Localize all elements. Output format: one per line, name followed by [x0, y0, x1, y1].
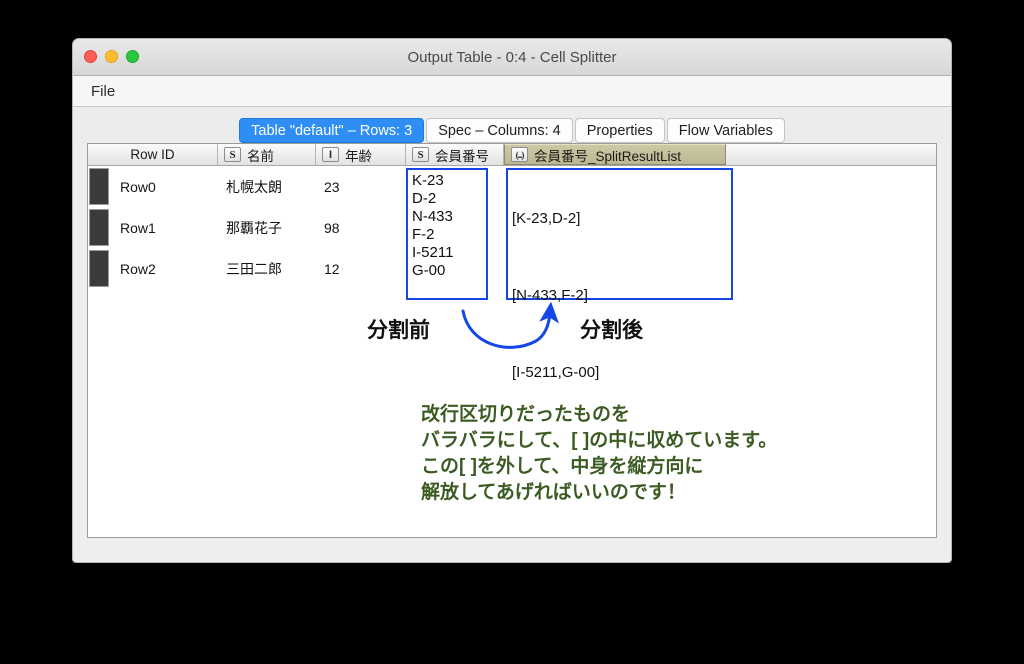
menu-item-file[interactable]: File	[85, 81, 121, 102]
column-header-age[interactable]: I 年齢	[316, 144, 406, 165]
table-header-row: Row ID S 名前 I 年齢 S 会員番号 (...) 会員番号_Split…	[88, 144, 936, 166]
tab-table[interactable]: Table "default" – Rows: 3	[239, 118, 425, 143]
cell-age: 23	[324, 178, 340, 195]
tab-spec[interactable]: Spec – Columns: 4	[426, 118, 573, 143]
tab-strip: Table "default" – Rows: 3 Spec – Columns…	[73, 107, 951, 143]
row-color-swatch	[89, 168, 109, 205]
string-type-icon: S	[224, 147, 241, 162]
column-header-split-result-label: 会員番号_SplitResultList	[534, 148, 682, 164]
row-color-swatch	[89, 209, 109, 246]
after-split-value: [N-433,F-2]	[512, 287, 588, 304]
table-row[interactable]: Row1 那覇花子 98	[88, 207, 936, 248]
column-header-age-label: 年齢	[345, 148, 372, 164]
column-header-rowid[interactable]: Row ID	[88, 144, 218, 165]
table-row[interactable]: Row2 三田二郎 12	[88, 248, 936, 289]
column-header-name-label: 名前	[247, 148, 274, 164]
column-header-split-result[interactable]: (...) 会員番号_SplitResultList	[504, 144, 726, 165]
cell-rowid: Row1	[120, 219, 156, 236]
title-bar: Output Table - 0:4 - Cell Splitter	[73, 39, 951, 76]
column-header-name[interactable]: S 名前	[218, 144, 316, 165]
column-header-member[interactable]: S 会員番号	[406, 144, 504, 165]
cell-name: 三田二郎	[226, 260, 282, 277]
menu-bar: File	[73, 76, 951, 107]
tab-flow-variables[interactable]: Flow Variables	[666, 118, 785, 143]
cell-age: 12	[324, 260, 340, 277]
after-split-value: [I-5211,G-00]	[512, 364, 600, 381]
cell-age: 98	[324, 219, 340, 236]
label-before-split: 分割前	[367, 319, 430, 342]
application-window: Output Table - 0:4 - Cell Splitter File …	[72, 38, 952, 563]
cell-name: 那覇花子	[226, 219, 282, 236]
cell-rowid: Row2	[120, 260, 156, 277]
table-pane: Row ID S 名前 I 年齢 S 会員番号 (...) 会員番号_Split…	[87, 143, 937, 538]
row-color-swatch	[89, 250, 109, 287]
explanation-note: 改行区切りだったものを バラバラにして、[ ]の中に収めています。 この[ ]を…	[421, 404, 778, 503]
cell-rowid: Row0	[120, 178, 156, 195]
window-title: Output Table - 0:4 - Cell Splitter	[407, 49, 617, 66]
column-header-rowid-label: Row ID	[130, 147, 175, 162]
list-type-icon: (...)	[511, 147, 528, 162]
table-row[interactable]: Row0 札幌太朗 23	[88, 166, 936, 207]
integer-type-icon: I	[322, 147, 339, 162]
column-header-member-label: 会員番号	[435, 148, 489, 164]
cell-name: 札幌太朗	[226, 178, 282, 195]
label-after-split: 分割後	[580, 319, 643, 342]
string-type-icon: S	[412, 147, 429, 162]
tab-properties[interactable]: Properties	[574, 118, 665, 143]
